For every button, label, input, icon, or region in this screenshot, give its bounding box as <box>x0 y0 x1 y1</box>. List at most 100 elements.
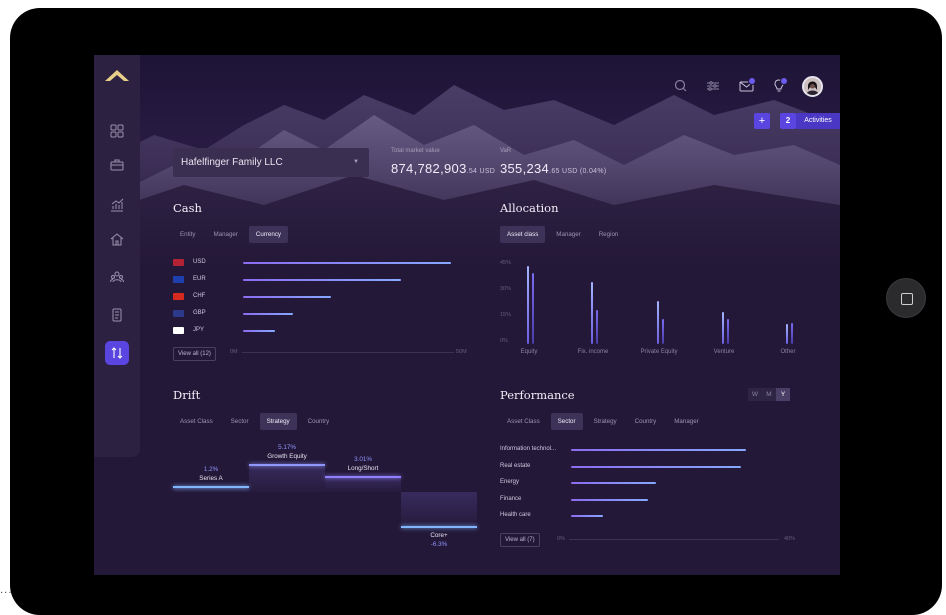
allocation-y-tick: 15% <box>500 312 512 318</box>
dots-decoration: ··· <box>0 588 13 599</box>
performance-bar <box>571 515 603 517</box>
square-icon <box>901 293 913 305</box>
performance-row: Finance <box>500 495 800 505</box>
drift-block <box>401 492 477 527</box>
allocation-tab[interactable]: Region <box>592 226 626 243</box>
drift-block <box>249 464 325 492</box>
performance-tab[interactable]: Country <box>628 413 664 430</box>
allocation-y-tick: 45% <box>500 260 512 266</box>
performance-row: Real estate <box>500 462 800 472</box>
currency-label: CHF <box>193 293 206 299</box>
cash-view-all-button[interactable]: View all (12) <box>173 347 216 361</box>
sidebar <box>94 55 140 457</box>
bank-house-icon[interactable] <box>105 227 129 251</box>
cash-bar <box>243 279 401 281</box>
allocation-bar-a <box>786 324 788 344</box>
performance-tab[interactable]: Manager <box>667 413 705 430</box>
cash-tab[interactable]: Manager <box>206 226 244 243</box>
period-button-y[interactable]: Y <box>776 388 790 401</box>
flag-icon <box>173 310 184 317</box>
drift-tab[interactable]: Country <box>301 413 337 430</box>
users-group-icon[interactable] <box>105 265 129 289</box>
cash-tab[interactable]: Currency <box>248 226 289 243</box>
activities-count-badge[interactable]: 2 <box>780 113 796 129</box>
activities-button[interactable]: Activities <box>796 113 840 129</box>
cash-row: JPY <box>173 326 473 336</box>
performance-axis-min: 0% <box>557 536 565 542</box>
lightbulb-badge <box>780 77 788 85</box>
allocation-tab[interactable]: Asset class <box>500 226 546 243</box>
drift-tab[interactable]: Asset Class <box>173 413 220 430</box>
flag-icon <box>173 259 184 266</box>
performance-tabs: Asset Class Sector Strategy Country Manager <box>500 413 706 430</box>
performance-tab[interactable]: Asset Class <box>500 413 547 430</box>
drift-label: Long/Short <box>347 464 379 472</box>
kpi-label-var: VaR <box>500 148 512 154</box>
currency-label: GBP <box>193 310 206 316</box>
period-button-m[interactable]: M <box>762 388 776 401</box>
performance-bar <box>571 465 741 468</box>
performance-row: Energy <box>500 478 800 488</box>
currency-label: EUR <box>193 276 206 282</box>
kpi-value-var: 355,234.65 USD (0.04%) <box>500 161 607 176</box>
cash-row: GBP <box>173 309 473 319</box>
add-button[interactable]: + <box>754 113 770 129</box>
allocation-y-tick: 30% <box>500 286 512 292</box>
settings-sliders-icon[interactable] <box>704 77 722 95</box>
kpi-main: 355,234 <box>500 161 550 176</box>
currency-label: JPY <box>193 327 205 333</box>
allocation-bar-a <box>527 265 529 344</box>
performance-tab[interactable]: Sector <box>550 413 583 430</box>
dashboard-grid-icon[interactable] <box>105 119 129 143</box>
briefcase-icon[interactable] <box>105 153 129 177</box>
account-name: Hafelfinger Family LLC <box>181 157 283 168</box>
cash-axis-line <box>242 352 454 353</box>
chevron-down-icon: ▼ <box>353 159 359 165</box>
drift-label: Core+ <box>430 532 448 540</box>
cash-bar <box>243 296 331 298</box>
analytics-chart-icon[interactable] <box>105 193 129 217</box>
cash-tab[interactable]: Entity <box>173 226 202 243</box>
performance-tab[interactable]: Strategy <box>587 413 624 430</box>
document-icon[interactable] <box>105 303 129 327</box>
allocation-tab[interactable]: Manager <box>549 226 587 243</box>
kpi-value-market-value: 874,782,903.54 USD <box>391 161 495 176</box>
logo-icon[interactable] <box>102 63 132 85</box>
performance-view-all-button[interactable]: View all (7) <box>500 533 540 547</box>
transfer-arrows-icon[interactable] <box>105 341 129 365</box>
cash-title: Cash <box>173 201 202 215</box>
performance-label: Information technol... <box>500 446 557 452</box>
drift-label: Growth Equity <box>267 453 307 461</box>
search-icon[interactable] <box>672 77 690 95</box>
performance-label: Health care <box>500 512 531 518</box>
cash-axis-min: 0M <box>230 349 238 355</box>
performance-label: Finance <box>500 495 522 502</box>
allocation-category-label: Other <box>780 349 796 355</box>
drift-value: 1.2% <box>203 465 219 473</box>
allocation-tabs: Asset class Manager Region <box>500 226 625 243</box>
home-button[interactable] <box>886 278 926 318</box>
drift-step-line <box>249 464 325 467</box>
allocation-bar-b <box>727 319 729 344</box>
drift-tab[interactable]: Sector <box>224 413 256 430</box>
kpi-main: 874,782,903 <box>391 161 467 176</box>
drift-step-line <box>325 475 401 478</box>
allocation-bar-b <box>791 322 793 344</box>
dashboard-screen: + 2 Activities Hafelfinger Family LLC ▼ … <box>94 55 840 575</box>
period-button-w[interactable]: W <box>748 388 762 401</box>
kpi-small: .65 USD (0.04%) <box>549 168 607 175</box>
drift-tab[interactable]: Strategy <box>259 413 297 430</box>
allocation-bar-b <box>662 319 664 344</box>
drift-value: -6.3% <box>430 541 448 549</box>
performance-axis-line <box>569 539 779 540</box>
allocation-bar-a <box>657 301 659 344</box>
period-toggle: WMY <box>748 388 790 401</box>
user-avatar[interactable] <box>802 76 823 97</box>
performance-bar <box>571 449 746 451</box>
allocation-category-label: Private Equity <box>640 349 678 355</box>
allocation-bar-b <box>596 310 598 344</box>
account-dropdown[interactable]: Hafelfinger Family LLC ▼ <box>173 148 369 177</box>
cash-axis-max: 50M <box>456 349 467 355</box>
flag-icon <box>173 276 184 283</box>
performance-label: Real estate <box>500 462 531 469</box>
